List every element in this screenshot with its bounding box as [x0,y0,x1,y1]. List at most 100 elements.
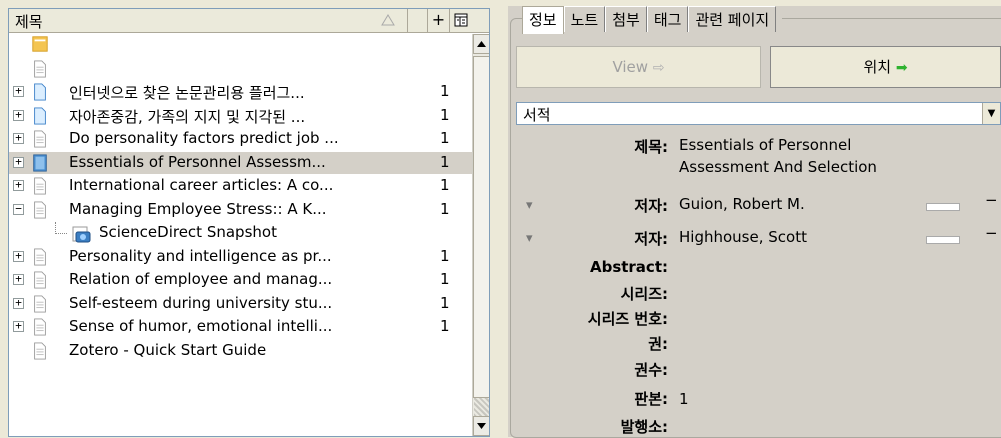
field-label: Abstract: [589,258,668,276]
tree-row-title: International career articles: A co... [69,176,334,194]
arrow-right-icon: ➡ [895,60,908,76]
scroll-thumb[interactable] [473,56,489,398]
tree-row[interactable]: + Essentials of Personnel Assessm... 1 [9,151,472,174]
tree-row[interactable]: − Managing Employee Stress:: A K... 1 [9,199,472,221]
tree-row-title: Managing Employee Stress:: A K... [69,199,327,218]
field-publisher-label-wrap: 발행소: [508,416,668,438]
field-author-label-wrap: 저자: [508,228,668,250]
tab-related[interactable]: 관련 페이지 [688,6,777,32]
item-type-value: 서적 [523,106,551,124]
tab-info[interactable]: 정보 [522,6,564,34]
field-title-value-cont[interactable]: Assessment And Selection [679,158,877,176]
expand-twisty-icon[interactable]: + [13,85,24,97]
items-tree-pane: 제목 + + 인터넷으로 찾은 논문관리용 플러그... 1 + 자아존중감, 가족의 … [8,8,490,437]
page-icon [31,200,51,220]
tree-row[interactable] [9,58,472,80]
title-column-label: 제목 [15,13,43,31]
tree-row[interactable]: + Relation of employee and manag... 1 [9,269,472,291]
author-mode-toggle[interactable] [926,236,960,244]
field-title-value[interactable]: Essentials of Personnel [679,136,851,154]
tree-row[interactable]: + 자아존중감, 가족의 지지 및 지각된 ... 1 [9,105,472,127]
tree-row-title: Relation of employee and manag... [69,270,333,288]
tree-row[interactable]: Zotero - Quick Start Guide [9,340,472,362]
title-column-header[interactable]: 제목 [9,9,408,33]
field-label: 권: [648,335,668,353]
field-series-number-label-wrap: 시리즈 번호: [508,308,668,330]
tree-row-count: 1 [440,317,450,335]
remove-author-button[interactable]: − [985,224,998,242]
scroll-down-icon [477,423,486,429]
expand-twisty-icon[interactable]: + [13,132,24,144]
tree-row[interactable]: + Personality and intelligence as pr... 1 [9,246,472,268]
field-author-value[interactable]: Guion, Robert M. [679,195,805,213]
tab-strip: 정보 노트 첨부 태그 관련 페이지 [522,6,783,34]
field-series-label-wrap: 시리즈: [508,283,668,305]
tree-row-count: 1 [440,246,450,265]
page-icon [31,176,51,196]
expand-twisty-icon[interactable]: + [13,297,24,309]
arrow-right-icon: ⇨ [652,60,665,76]
tree-child-row[interactable]: ScienceDirect Snapshot [9,222,472,244]
tab-attachments[interactable]: 첨부 [605,6,647,32]
locate-button[interactable]: 위치 ➡ [770,46,1001,88]
tree-row-count: 1 [440,129,450,147]
snapshot-icon [71,224,91,244]
tree-row[interactable]: + Sense of humor, emotional intelli... 1 [9,316,472,338]
tree-row[interactable]: + International career articles: A co... 1 [9,175,472,197]
scroll-grip [474,398,489,416]
field-author-label-wrap: 저자: [508,195,668,217]
tree-row-title: Zotero - Quick Start Guide [69,340,267,359]
scroll-up-icon [477,41,486,47]
page-icon [31,59,51,79]
expand-twisty-icon[interactable]: + [13,250,24,262]
scroll-down-button[interactable] [473,416,489,436]
column-header-blank [408,9,428,33]
expand-twisty-icon[interactable]: + [13,320,24,332]
vertical-scrollbar[interactable] [472,34,489,436]
collapse-twisty-icon[interactable]: − [13,203,24,215]
tree-row-title: 자아존중감, 가족의 지지 및 지각된 ... [69,107,306,126]
column-picker-button[interactable] [450,9,472,33]
tree-row-count: 1 [440,199,450,218]
expand-twisty-icon[interactable]: + [13,156,24,168]
tab-tags[interactable]: 태그 [646,6,689,32]
scroll-up-button[interactable] [473,34,489,54]
field-label: 시리즈 번호: [587,310,668,328]
view-button[interactable]: View ⇨ [516,46,761,88]
field-label: 저자: [634,197,668,215]
book-icon [31,153,51,173]
item-detail-pane: 정보 노트 첨부 태그 관련 페이지 View ⇨ 위치 ➡ 서적 ▼ 제목: … [508,6,1001,438]
sort-ascending-icon [381,14,395,26]
tab-notes[interactable]: 노트 [563,6,606,32]
page-icon [31,270,51,290]
expand-twisty-icon[interactable]: + [13,273,24,285]
tree-row[interactable] [9,34,472,56]
expand-twisty-icon[interactable]: + [13,179,24,191]
field-label: 시리즈: [620,285,668,303]
add-column-button[interactable]: + [428,9,450,33]
item-type-select[interactable]: 서적 ▼ [516,102,1001,125]
field-author-value[interactable]: Highhouse, Scott [679,228,807,246]
field-edition-label-wrap: 판본: [508,388,668,410]
tree-row-title: Self-esteem during university stu... [69,293,333,312]
page-icon [31,247,51,267]
feed-icon [31,35,51,55]
tree-row-title: 인터넷으로 찾은 논문관리용 플러그... [69,84,305,102]
field-label: 제목: [634,138,668,156]
tree-row-count: 1 [440,152,450,171]
column-header: 제목 + [9,9,489,33]
tree-row-title: Personality and intelligence as pr... [69,246,332,265]
expand-twisty-icon[interactable]: + [13,109,24,121]
chevron-down-icon[interactable]: ▼ [982,103,1000,124]
tree-row[interactable]: + Self-esteem during university stu... 1 [9,293,472,315]
tree-row-count: 1 [440,176,450,194]
field-title-label-wrap: 제목: [508,136,668,158]
field-label: 판본: [634,390,668,408]
tree-row[interactable]: + Do personality factors predict job ... 1 [9,128,472,150]
remove-author-button[interactable]: − [985,191,998,209]
tree-row-title: Sense of humor, emotional intelli... [69,317,333,335]
page-icon [31,129,51,149]
tree-row[interactable]: + 인터넷으로 찾은 논문관리용 플러그... 1 [9,81,472,103]
author-mode-toggle[interactable] [926,203,960,211]
field-edition-value[interactable]: 1 [679,390,689,408]
